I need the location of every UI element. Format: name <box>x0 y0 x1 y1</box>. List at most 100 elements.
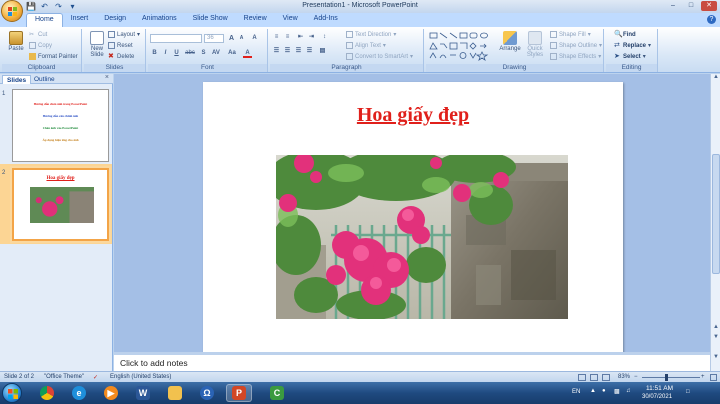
underline-button[interactable]: U <box>172 49 181 58</box>
taskbar-ie[interactable]: e <box>66 384 92 402</box>
next-slide-icon[interactable]: ▼ <box>711 334 720 343</box>
tab-slide-show[interactable]: Slide Show <box>185 13 236 27</box>
text-direction-button[interactable]: Text Direction ▾ <box>346 31 396 38</box>
copy-button[interactable]: Copy <box>29 42 52 49</box>
line-spacing-icon[interactable]: ↕ <box>320 33 329 42</box>
tab-review[interactable]: Review <box>236 13 275 27</box>
tray-app-icon[interactable]: ● <box>602 388 606 394</box>
bold-button[interactable]: B <box>150 49 159 58</box>
zoom-level[interactable]: 83% <box>618 374 630 380</box>
zoom-in-icon[interactable]: + <box>701 374 705 380</box>
arrange-button[interactable]: Arrange <box>498 31 522 52</box>
layout-button[interactable]: Layout ▾ <box>108 31 140 38</box>
zoom-slider-thumb[interactable] <box>665 374 668 381</box>
delete-button[interactable]: ✖ Delete <box>108 53 134 60</box>
decrease-indent-icon[interactable]: ⇤ <box>296 33 305 42</box>
maximize-button[interactable]: □ <box>683 1 699 11</box>
taskbar-media-player[interactable]: ▶ <box>98 384 124 402</box>
zoom-out-icon[interactable]: − <box>634 374 638 380</box>
tab-view[interactable]: View <box>275 13 306 27</box>
taskbar-headphones[interactable]: Ω <box>194 384 220 402</box>
character-spacing-button[interactable]: AV <box>210 49 222 58</box>
notification-icon[interactable]: □ <box>686 389 690 395</box>
volume-icon[interactable]: ♫ <box>626 388 631 394</box>
slide-thumbnail-2[interactable]: Hoa giấy đẹp <box>12 168 109 241</box>
clock-time[interactable]: 11:51 AM <box>646 385 673 392</box>
tab-slides[interactable]: Slides <box>2 75 32 84</box>
shape-outline-button[interactable]: Shape Outline ▾ <box>550 42 602 49</box>
align-right-icon[interactable]: ☰ <box>294 47 303 56</box>
find-button[interactable]: 🔍 Find <box>614 31 636 38</box>
justify-icon[interactable]: ☰ <box>305 47 314 56</box>
align-text-button[interactable]: Align Text ▾ <box>346 42 386 49</box>
help-icon[interactable]: ? <box>707 15 716 24</box>
tab-animations[interactable]: Animations <box>134 13 185 27</box>
paste-button[interactable]: Paste <box>5 31 27 52</box>
shape-fill-button[interactable]: Shape Fill ▾ <box>550 31 591 38</box>
select-button[interactable]: ➤ Select ▾ <box>614 53 646 60</box>
cut-button[interactable]: ✂ Cut <box>29 31 47 39</box>
reset-button[interactable]: Reset <box>108 42 133 49</box>
slide-sorter-icon[interactable] <box>590 374 598 381</box>
shapes-gallery[interactable] <box>428 31 494 61</box>
replace-button[interactable]: ⇄ Replace ▾ <box>614 42 651 49</box>
scroll-down-icon[interactable]: ▼ <box>711 354 720 363</box>
grow-font-button[interactable]: A <box>227 34 236 43</box>
office-button[interactable] <box>1 0 23 22</box>
clock-date[interactable]: 30/07/2021 <box>642 394 672 400</box>
convert-smartart-button[interactable]: Convert to SmartArt ▾ <box>346 53 413 60</box>
taskbar-explorer[interactable] <box>162 384 188 402</box>
change-case-button[interactable]: Aa <box>226 49 238 58</box>
taskbar-powerpoint[interactable]: P <box>226 384 252 402</box>
tray-arrow-icon[interactable]: ▲ <box>590 388 596 394</box>
align-center-icon[interactable]: ☰ <box>283 47 292 56</box>
network-icon[interactable]: ▩ <box>614 388 620 395</box>
close-pane-icon[interactable]: × <box>105 74 109 81</box>
clear-formatting-button[interactable]: A <box>250 34 259 43</box>
scrollbar-thumb[interactable] <box>712 154 720 274</box>
vertical-scrollbar[interactable]: ▲ ▲ ▼ ▼ <box>710 74 720 371</box>
numbering-icon[interactable]: ≡ <box>283 33 292 42</box>
new-slide-icon <box>90 31 104 45</box>
fit-slide-icon[interactable] <box>710 374 717 381</box>
font-color-button[interactable]: A <box>243 49 252 58</box>
normal-view-icon[interactable] <box>578 374 586 381</box>
tab-add-ins[interactable]: Add-Ins <box>306 13 346 27</box>
drawing-group-label: Drawing <box>426 64 603 72</box>
align-left-icon[interactable]: ☰ <box>272 47 281 56</box>
italic-button[interactable]: I <box>161 49 170 58</box>
shape-effects-button[interactable]: Shape Effects ▾ <box>550 53 601 60</box>
slide-thumbnail-1[interactable]: Hướng dẫn chèn ảnh trong PowerPoint Hướn… <box>12 89 109 162</box>
tab-home[interactable]: Home <box>26 13 63 27</box>
columns-icon[interactable]: ▤ <box>318 47 327 56</box>
bullets-icon[interactable]: ≡ <box>272 33 281 42</box>
slide-title[interactable]: Hoa giấy đẹp <box>203 104 623 127</box>
scroll-up-icon[interactable]: ▲ <box>711 74 720 83</box>
slide-photo[interactable] <box>276 155 568 319</box>
taskbar-word[interactable]: W <box>130 384 156 402</box>
minimize-button[interactable]: – <box>665 1 681 11</box>
tab-outline[interactable]: Outline <box>30 75 59 84</box>
zoom-slider[interactable] <box>642 377 700 378</box>
tab-insert[interactable]: Insert <box>63 13 97 27</box>
slide-show-icon[interactable] <box>602 374 610 381</box>
taskbar-camtasia[interactable]: C <box>264 384 290 402</box>
start-button[interactable] <box>2 383 22 403</box>
format-painter-button[interactable]: Format Painter <box>29 53 78 60</box>
prev-slide-icon[interactable]: ▲ <box>711 324 720 333</box>
language-status[interactable]: English (United States) <box>110 374 171 380</box>
strikethrough-button[interactable]: abc <box>184 49 196 58</box>
close-button[interactable]: ✕ <box>701 1 717 11</box>
spellcheck-icon[interactable]: ✓ <box>93 374 98 381</box>
tab-design[interactable]: Design <box>96 13 134 27</box>
font-name-field[interactable] <box>150 34 202 43</box>
increase-indent-icon[interactable]: ⇥ <box>307 33 316 42</box>
taskbar-chrome[interactable] <box>34 384 60 402</box>
language-indicator[interactable]: EN <box>572 389 580 395</box>
shrink-font-button[interactable]: A <box>237 34 246 43</box>
quick-styles-button[interactable]: Quick Styles <box>524 31 546 58</box>
font-size-field[interactable]: 36 <box>204 34 224 43</box>
notes-pane[interactable]: Click to add notes <box>114 352 710 371</box>
shadow-button[interactable]: S <box>199 49 208 58</box>
new-slide-button[interactable]: New Slide <box>86 31 108 58</box>
